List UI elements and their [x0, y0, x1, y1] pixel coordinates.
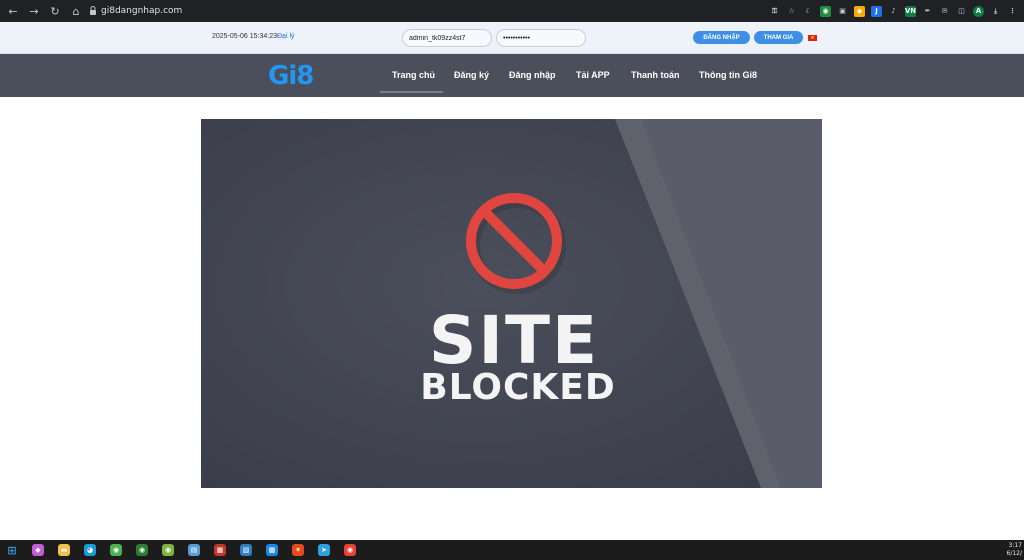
blocked-line-2: BLOCKED: [420, 367, 616, 408]
reload-icon[interactable]: ↻: [47, 3, 63, 19]
extension-toolbar: ⚿ ☆ ☾ ◉ ▣ ◆ J ♪ VN ✒ ✉ ◫ A ⤓ ⋮: [769, 3, 1018, 19]
logo-text: Gi8: [268, 61, 314, 91]
gi8-logo[interactable]: Gi8: [268, 60, 314, 92]
download-icon[interactable]: ⤓: [990, 6, 1001, 17]
sidebar-icon[interactable]: ◫: [956, 6, 967, 17]
chrome-active-icon[interactable]: ◉: [136, 544, 148, 556]
password-field[interactable]: [496, 29, 586, 47]
windows-taskbar: ⊞ ◆ ▬ ◕ ◉ ◉ ◉ ▤ ▦ ▧ ▩ ✶ ➤ ◉ 3:17 6/12/: [0, 540, 1024, 560]
key-icon[interactable]: ⚿: [769, 6, 780, 17]
notepad-icon[interactable]: ▤: [188, 544, 200, 556]
password-input[interactable]: [503, 34, 585, 42]
star-icon[interactable]: ☆: [786, 6, 797, 17]
clock-time: 3:17: [1008, 542, 1022, 549]
url-text[interactable]: gi8dangnhap.com: [101, 6, 182, 16]
active-nav-indicator: [380, 91, 443, 93]
forward-arrow-icon[interactable]: →: [26, 3, 42, 19]
pen-extension-icon[interactable]: ✒: [922, 6, 933, 17]
chrome-green-icon[interactable]: ◉: [110, 544, 122, 556]
photo-app-icon[interactable]: ▦: [214, 544, 226, 556]
site-info-icon[interactable]: [88, 6, 97, 16]
chat-extension-icon[interactable]: ✉: [939, 6, 950, 17]
agent-link[interactable]: Đại lý: [277, 33, 295, 40]
nav-item-download-app[interactable]: Tải APP: [576, 70, 610, 80]
windows-start-icon[interactable]: ⊞: [6, 544, 18, 557]
vn-extension-icon[interactable]: VN: [905, 5, 916, 17]
nav-item-payment[interactable]: Thanh toán: [631, 70, 680, 80]
current-datetime: 2025-05-06 15:34:23: [212, 33, 277, 40]
moon-icon[interactable]: ☾: [803, 6, 814, 17]
main-navigation: Gi8 Trang chủ Đăng ký Đăng nhập Tải APP …: [0, 54, 1024, 97]
shield-extension-icon[interactable]: ◉: [820, 5, 831, 17]
profile-avatar-icon[interactable]: A: [973, 5, 984, 17]
edge-icon[interactable]: ◕: [84, 544, 96, 556]
menu-icon[interactable]: ⋮: [1007, 6, 1018, 17]
system-clock[interactable]: 3:17 6/12/: [1007, 542, 1023, 558]
account-strip: 2025-05-06 15:34:23 Đại lý ĐĂNG NHẬP THA…: [0, 22, 1024, 54]
login-button[interactable]: ĐĂNG NHẬP: [693, 31, 750, 44]
color-app-icon[interactable]: ✶: [292, 544, 304, 556]
site-blocked-graphic: SITE BLOCKED: [201, 119, 822, 488]
nav-item-login[interactable]: Đăng nhập: [509, 70, 556, 80]
j-extension-icon[interactable]: J: [871, 5, 882, 17]
username-input[interactable]: [409, 34, 491, 42]
join-button[interactable]: THAM GIA: [754, 31, 803, 44]
telegram-icon[interactable]: ➤: [318, 544, 330, 556]
address-bar[interactable]: gi8dangnhap.com: [82, 2, 732, 19]
copilot-icon[interactable]: ◆: [32, 544, 44, 556]
chrome-icon[interactable]: ◉: [344, 544, 356, 556]
nav-item-register[interactable]: Đăng ký: [454, 70, 489, 80]
paint-app-icon[interactable]: ▧: [240, 544, 252, 556]
vietnam-flag-icon[interactable]: ★: [808, 35, 817, 41]
file-explorer-icon[interactable]: ▬: [58, 544, 70, 556]
nav-item-info[interactable]: Thông tin Gi8: [699, 70, 757, 80]
username-field[interactable]: [402, 29, 492, 47]
browser-toolbar: ← → ↻ ⌂ gi8dangnhap.com ⚿ ☆ ☾ ◉ ▣ ◆ J ♪ VN ✒ ✉ ◫ A ⤓ ⋮: [0, 0, 1024, 22]
site-blocked-image: SITE BLOCKED: [201, 119, 822, 488]
mic-icon[interactable]: ♪: [888, 6, 899, 17]
nav-item-home[interactable]: Trang chủ: [392, 70, 435, 80]
clock-date: 6/12/: [1006, 550, 1023, 557]
screenshot-app-icon[interactable]: ▩: [266, 544, 278, 556]
chrome-canary-icon[interactable]: ◉: [162, 544, 174, 556]
coupon-extension-icon[interactable]: ◆: [854, 5, 865, 17]
puzzle-extension-icon[interactable]: ▣: [837, 6, 848, 17]
back-arrow-icon[interactable]: ←: [5, 3, 21, 19]
